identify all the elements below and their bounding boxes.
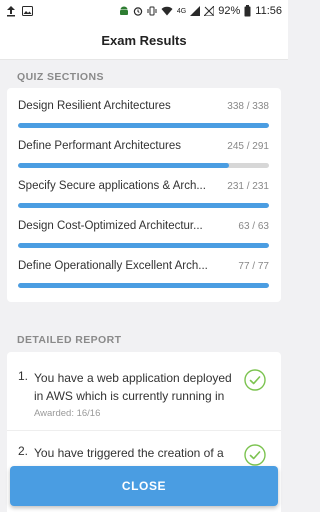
quiz-section-score: 77 / 77 (238, 261, 269, 272)
quiz-section-progress-track (18, 283, 269, 288)
footer: CLOSE (0, 462, 288, 512)
question-number: 2. (18, 444, 29, 458)
signal-icon (190, 6, 201, 16)
quiz-sections-card: Design Resilient Architectures 338 / 338… (7, 88, 281, 302)
quiz-section-row[interactable]: Define Performant Architectures 245 / 29… (18, 140, 269, 180)
quiz-section-row[interactable]: Specify Secure applications & Arch... 23… (18, 180, 269, 220)
quiz-section-progress-fill (18, 283, 269, 288)
detailed-report-title: DETAILED REPORT (17, 334, 122, 346)
quiz-section-label: Design Cost-Optimized Architectur... (18, 220, 203, 232)
quiz-section-score: 245 / 291 (227, 141, 269, 152)
question-text: You have triggered the creation of a (34, 446, 224, 460)
battery-percent: 92% (218, 5, 241, 17)
quiz-section-label: Define Performant Architectures (18, 140, 181, 152)
android-icon (119, 6, 129, 17)
no-sim-icon (204, 6, 215, 16)
quiz-section-label: Specify Secure applications & Arch... (18, 180, 206, 192)
quiz-section-row[interactable]: Design Cost-Optimized Architectur... 63 … (18, 220, 269, 260)
network-type-label: 4G (176, 7, 187, 15)
upload-notification-icon (6, 5, 16, 17)
quiz-section-progress-track (18, 203, 269, 208)
question-number: 1. (18, 369, 29, 383)
awarded-score: Awarded: 16/16 (34, 408, 101, 419)
list-divider (7, 430, 281, 431)
quiz-section-label: Define Operationally Excellent Arch... (18, 260, 208, 272)
app-header: Exam Results (0, 22, 288, 60)
correct-check-icon (244, 369, 266, 391)
quiz-section-score: 231 / 231 (227, 181, 269, 192)
quiz-section-label: Design Resilient Architectures (18, 100, 171, 112)
gallery-notification-icon (22, 6, 33, 16)
quiz-section-progress-track (18, 243, 269, 248)
quiz-section-progress-fill (18, 123, 269, 128)
clock: 11:56 (255, 5, 282, 17)
close-button[interactable]: CLOSE (10, 466, 278, 506)
report-list-item[interactable]: 1. You have a web application deployed i… (7, 369, 281, 431)
quiz-section-progress-fill (18, 203, 269, 208)
alarm-icon (133, 6, 143, 16)
page-title: Exam Results (101, 33, 187, 48)
vibrate-icon (147, 6, 157, 16)
quiz-section-progress-track (18, 123, 269, 128)
quiz-section-row[interactable]: Design Resilient Architectures 338 / 338 (18, 100, 269, 140)
battery-icon (244, 5, 251, 17)
quiz-section-score: 63 / 63 (238, 221, 269, 232)
quiz-section-progress-fill (18, 163, 230, 168)
wifi-icon (161, 6, 173, 16)
quiz-section-progress-fill (18, 243, 269, 248)
question-text: You have a web application deployed in A… (34, 371, 232, 403)
quiz-sections-title: QUIZ SECTIONS (17, 71, 104, 83)
quiz-section-row[interactable]: Define Operationally Excellent Arch... 7… (18, 260, 269, 300)
quiz-section-progress-track (18, 163, 269, 168)
quiz-section-score: 338 / 338 (227, 101, 269, 112)
status-bar: 4G 92% 11:56 (0, 0, 288, 22)
